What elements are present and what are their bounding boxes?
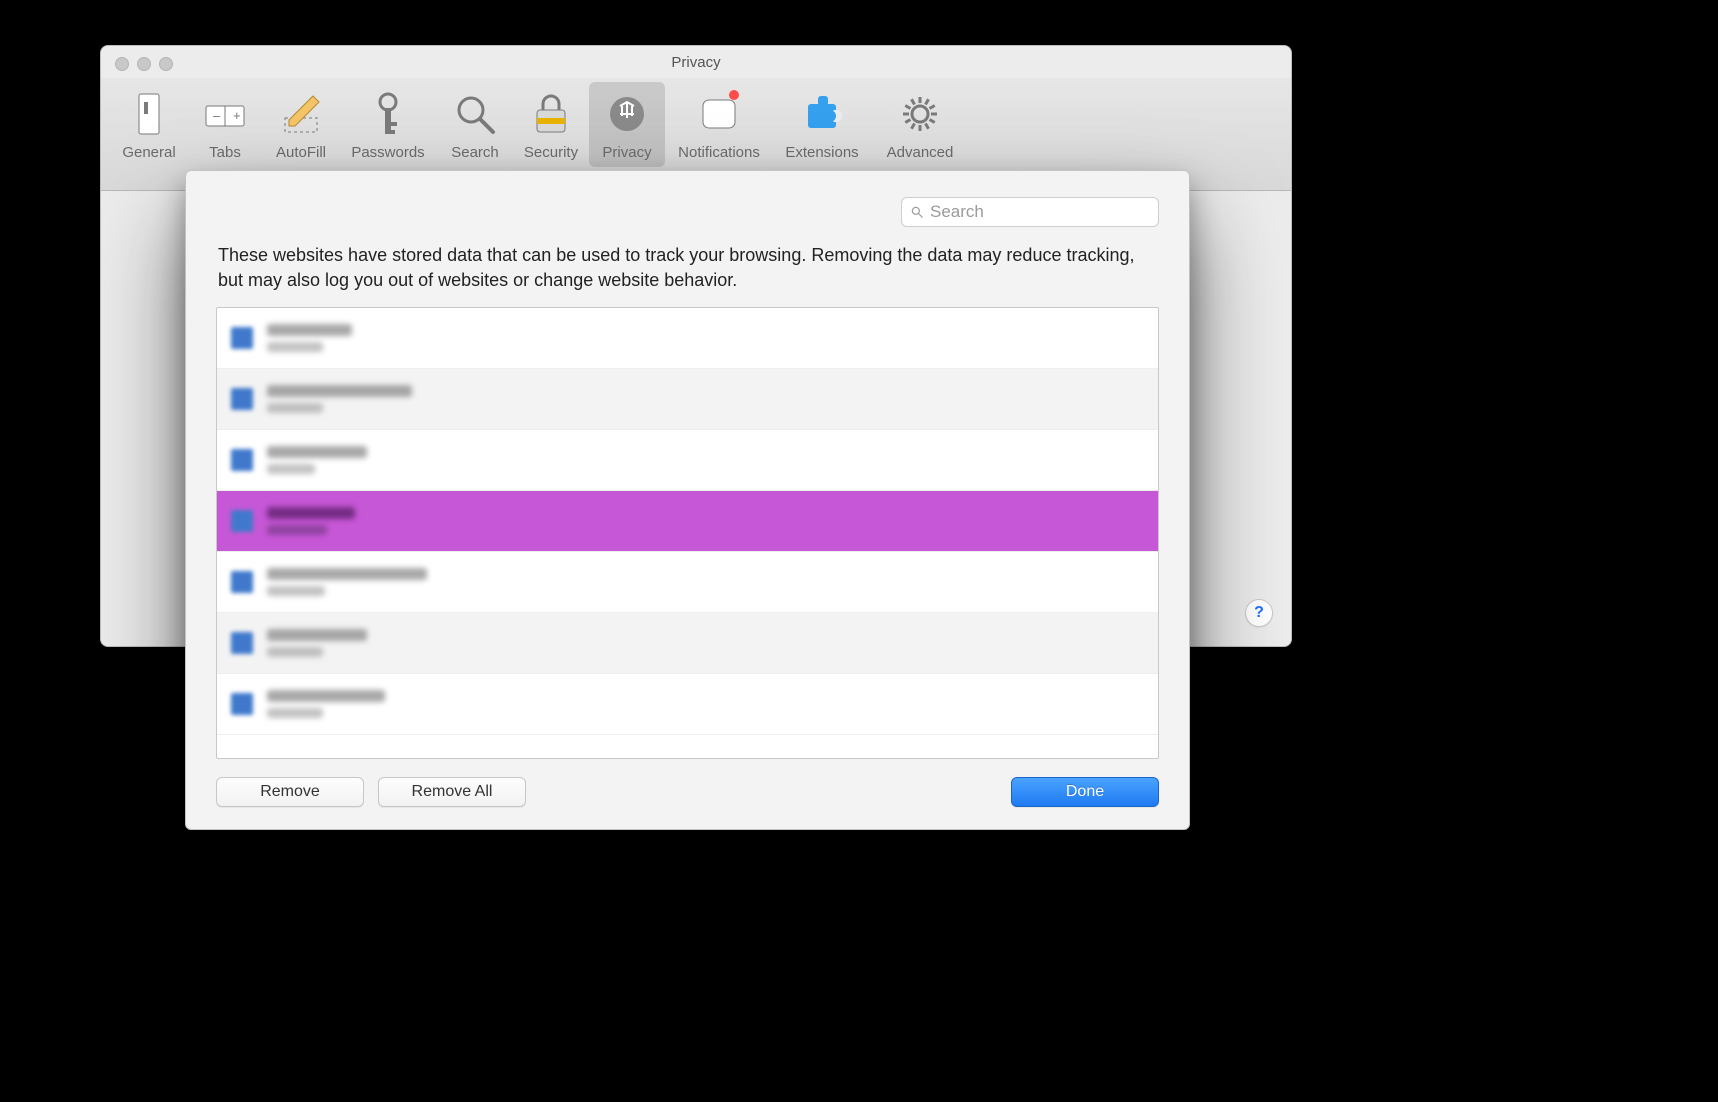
site-text <box>267 629 367 657</box>
site-favicon <box>231 571 253 593</box>
toolbar-label: Extensions <box>785 144 858 161</box>
toolbar-label: Passwords <box>351 144 424 161</box>
zoom-traffic-light[interactable] <box>159 57 173 71</box>
website-data-sheet: Search These websites have stored data t… <box>185 170 1190 830</box>
site-domain-redacted <box>267 324 352 336</box>
website-row[interactable] <box>217 308 1158 369</box>
extensions-icon <box>800 92 844 136</box>
traffic-lights <box>115 57 173 71</box>
toolbar-label: Notifications <box>678 144 760 161</box>
website-list[interactable] <box>216 307 1159 759</box>
toolbar-tabs[interactable]: –+ Tabs <box>187 82 263 167</box>
close-traffic-light[interactable] <box>115 57 129 71</box>
sheet-description: These websites have stored data that can… <box>218 243 1157 293</box>
site-domain-redacted <box>267 507 355 519</box>
toolbar-label: Security <box>524 144 578 161</box>
notifications-icon <box>697 92 741 136</box>
toolbar-label: General <box>122 144 175 161</box>
toolbar-passwords[interactable]: Passwords <box>339 82 437 167</box>
toolbar-label: AutoFill <box>276 144 326 161</box>
site-detail-redacted <box>267 525 327 535</box>
toolbar-label: Search <box>451 144 499 161</box>
toolbar-extensions[interactable]: Extensions <box>773 82 871 167</box>
svg-text:–: – <box>213 108 221 123</box>
site-favicon <box>231 388 253 410</box>
site-text <box>267 568 427 596</box>
minimize-traffic-light[interactable] <box>137 57 151 71</box>
site-detail-redacted <box>267 403 323 413</box>
remove-button[interactable]: Remove <box>216 777 364 807</box>
help-icon: ? <box>1254 604 1264 622</box>
toolbar-autofill[interactable]: AutoFill <box>263 82 339 167</box>
site-domain-redacted <box>267 385 412 397</box>
search-icon <box>453 92 497 136</box>
toolbar-security[interactable]: Security <box>513 82 589 167</box>
site-favicon <box>231 693 253 715</box>
site-favicon <box>231 632 253 654</box>
site-detail-redacted <box>267 586 325 596</box>
autofill-icon <box>279 92 323 136</box>
notification-badge <box>729 90 739 100</box>
search-placeholder: Search <box>930 202 984 222</box>
toolbar-notifications[interactable]: Notifications <box>665 82 773 167</box>
remove-all-button[interactable]: Remove All <box>378 777 526 807</box>
toolbar-general[interactable]: General <box>111 82 187 167</box>
passwords-icon <box>366 92 410 136</box>
site-detail-redacted <box>267 342 323 352</box>
svg-text:+: + <box>233 108 241 123</box>
tabs-icon: –+ <box>203 92 247 136</box>
toolbar-privacy[interactable]: Privacy <box>589 82 665 167</box>
site-detail-redacted <box>267 464 315 474</box>
window-title: Privacy <box>671 54 720 71</box>
website-row[interactable] <box>217 369 1158 430</box>
toolbar-label: Tabs <box>209 144 241 161</box>
toolbar-advanced[interactable]: Advanced <box>871 82 969 167</box>
website-row[interactable] <box>217 552 1158 613</box>
site-domain-redacted <box>267 568 427 580</box>
site-favicon <box>231 510 253 532</box>
website-row[interactable] <box>217 674 1158 735</box>
general-icon <box>127 92 171 136</box>
toolbar-search[interactable]: Search <box>437 82 513 167</box>
sheet-buttons: Remove Remove All Done <box>216 777 1159 807</box>
site-text <box>267 446 367 474</box>
search-field[interactable]: Search <box>901 197 1159 227</box>
website-row[interactable] <box>217 430 1158 491</box>
site-favicon <box>231 327 253 349</box>
site-text <box>267 690 385 718</box>
site-text <box>267 507 355 535</box>
site-domain-redacted <box>267 629 367 641</box>
site-domain-redacted <box>267 446 367 458</box>
help-button[interactable]: ? <box>1245 599 1273 627</box>
security-icon <box>529 92 573 136</box>
site-domain-redacted <box>267 690 385 702</box>
advanced-icon <box>898 92 942 136</box>
titlebar: Privacy <box>101 46 1291 78</box>
site-text <box>267 324 352 352</box>
site-detail-redacted <box>267 647 323 657</box>
site-text <box>267 385 412 413</box>
site-favicon <box>231 449 253 471</box>
done-button[interactable]: Done <box>1011 777 1159 807</box>
website-row[interactable] <box>217 613 1158 674</box>
search-icon <box>910 205 924 219</box>
site-detail-redacted <box>267 708 323 718</box>
toolbar-label: Advanced <box>887 144 954 161</box>
toolbar-label: Privacy <box>602 144 651 161</box>
privacy-icon <box>605 92 649 136</box>
website-row[interactable] <box>217 491 1158 552</box>
